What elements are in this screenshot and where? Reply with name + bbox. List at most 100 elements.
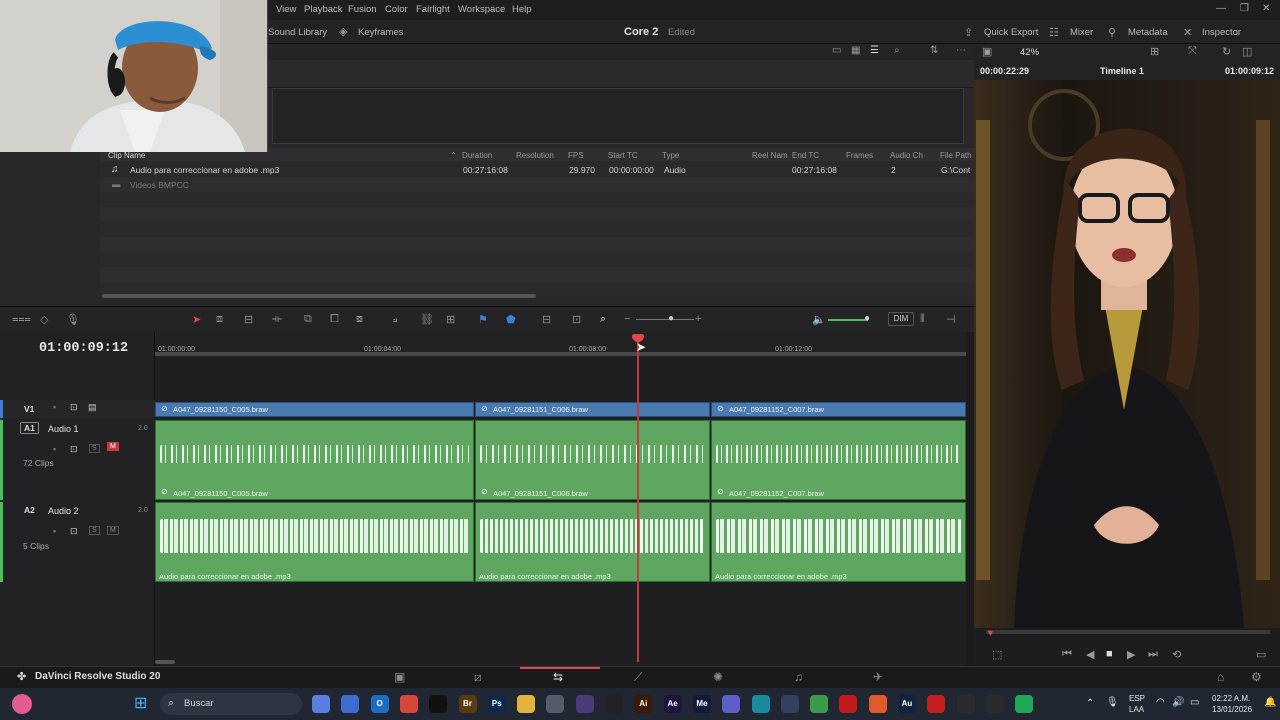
quick-export-button[interactable]: Quick Export xyxy=(984,27,1038,38)
capcut-icon[interactable] xyxy=(605,695,623,713)
zoom-custom-icon[interactable]: ⌕ xyxy=(600,313,606,326)
lock-track-icon[interactable]: ▪ xyxy=(53,526,56,536)
media-pool-scrollbar[interactable] xyxy=(102,294,536,298)
mixer-button[interactable]: Mixer xyxy=(1070,27,1093,38)
lock-track-icon[interactable]: ▪ xyxy=(53,402,56,412)
mute-button-active[interactable]: M xyxy=(107,442,119,451)
bridge-icon[interactable]: Br xyxy=(458,695,477,713)
playhead[interactable] xyxy=(637,336,639,662)
col-audio-ch[interactable]: Audio Ch xyxy=(890,151,923,160)
timeline-ruler[interactable] xyxy=(155,332,966,358)
video-visible-icon[interactable]: ▤ xyxy=(88,402,97,413)
link-icon[interactable]: ⛓ xyxy=(420,313,434,326)
col-duration[interactable]: Duration xyxy=(462,151,492,160)
menu-fairlight[interactable]: Fairlight xyxy=(416,4,450,15)
widgets-icon[interactable] xyxy=(12,694,32,714)
volume-slider[interactable] xyxy=(828,319,868,321)
col-end-tc[interactable]: End TC xyxy=(792,151,819,160)
obs-icon[interactable] xyxy=(575,695,594,713)
auto-select-icon[interactable]: ⊡ xyxy=(70,402,78,413)
col-fps[interactable]: FPS xyxy=(568,151,584,160)
volume-icon[interactable]: 🔈 xyxy=(812,313,826,326)
chrome2-icon[interactable] xyxy=(810,695,829,713)
zoom-detail-icon[interactable]: ⊡ xyxy=(572,313,581,326)
track-height-icon[interactable]: ◇ xyxy=(40,313,48,326)
insert-clip-icon[interactable]: ⧉ xyxy=(304,313,312,326)
language-bottom[interactable]: LAA xyxy=(1129,705,1144,714)
outlook-icon[interactable]: O xyxy=(370,695,389,713)
audio-clip[interactable]: ⊘ A047_09281152_C007.braw xyxy=(711,420,966,500)
go-to-start-icon[interactable]: ⏮ xyxy=(1062,648,1072,661)
viewer-option-icon[interactable]: ⊞ xyxy=(1150,45,1159,58)
timeline-view-icon[interactable]: ⊣ xyxy=(946,313,956,326)
photoshop-icon[interactable]: Ps xyxy=(487,695,506,713)
snapping-icon[interactable]: ⟓ xyxy=(392,313,397,326)
stop-icon[interactable]: ■ xyxy=(1106,648,1113,660)
settings-icon[interactable] xyxy=(546,695,565,713)
more-options-icon[interactable]: ⋯ xyxy=(956,45,966,56)
viewer-timeline-name[interactable]: Timeline 1 xyxy=(1100,66,1144,76)
viewer-scrub-handle[interactable]: ▼ xyxy=(986,628,995,638)
dynamic-trim-icon[interactable]: ⊟ xyxy=(244,313,253,326)
mute-button[interactable]: M xyxy=(107,526,119,535)
track-name-a1[interactable]: Audio 1 xyxy=(48,424,79,434)
video-clip[interactable]: ⊘ A047_09281151_C006.braw xyxy=(475,402,710,417)
audio-clip[interactable]: ⊘ A047_09281150_C005.braw xyxy=(155,420,474,500)
audio-clip[interactable]: Audio para correccionar en adobe .mp3 xyxy=(475,502,710,582)
resolve-icon[interactable] xyxy=(780,695,799,713)
menu-view[interactable]: View xyxy=(276,4,296,15)
col-file-path[interactable]: File Path xyxy=(940,151,972,160)
teams-icon[interactable] xyxy=(722,695,741,713)
sound-library-button[interactable]: Sound Library xyxy=(268,27,327,38)
track-name-a2[interactable]: Audio 2 xyxy=(48,506,79,516)
blade-tool-icon[interactable]: ⟛ xyxy=(272,313,282,326)
video-viewer[interactable] xyxy=(974,80,1280,628)
trim-tool-icon[interactable]: ⧈ xyxy=(216,313,223,326)
selection-tool-icon[interactable]: ➤ xyxy=(192,313,201,326)
table-row[interactable]: ▬ Videos BMPCC xyxy=(100,177,974,192)
metadata-button[interactable]: Metadata xyxy=(1128,27,1168,38)
illustrator-icon[interactable]: Ai xyxy=(634,695,653,713)
microphone-icon[interactable]: 🎙 xyxy=(1106,697,1119,708)
clock-date[interactable]: 13/01/2026 xyxy=(1212,705,1252,714)
zoom-full-icon[interactable]: ⊟ xyxy=(542,313,551,326)
tiktok-icon[interactable] xyxy=(429,695,448,713)
marker-icon[interactable]: ⬟ xyxy=(506,313,516,326)
viewer-zoom[interactable]: 42% xyxy=(1020,47,1039,58)
go-to-end-icon[interactable]: ⏭ xyxy=(1148,648,1158,661)
color-page-icon[interactable]: ✺ xyxy=(713,670,723,684)
clock-time[interactable]: 02:22 A.M. xyxy=(1212,694,1250,703)
flag-icon[interactable]: ⚑ xyxy=(478,313,488,326)
col-frames[interactable]: Frames xyxy=(846,151,873,160)
whatsapp-icon[interactable] xyxy=(1015,695,1034,713)
timeline-scrollbar[interactable] xyxy=(155,660,175,664)
loop-icon[interactable]: ⟲ xyxy=(1172,648,1181,661)
audition-icon[interactable]: Au xyxy=(898,695,916,713)
video-clip[interactable]: ⊘ A047_09281150_C005.braw xyxy=(155,402,474,417)
notification-icon[interactable]: 🔔 xyxy=(1264,697,1276,708)
viewer-fit-icon[interactable]: ⤧ xyxy=(1188,45,1197,58)
col-clip-name[interactable]: Clip Name xyxy=(108,151,145,160)
zoom-in-icon[interactable]: + xyxy=(695,313,701,325)
explorer-icon[interactable] xyxy=(517,695,536,713)
viewer-layout-icon[interactable]: ▣ xyxy=(982,45,992,58)
grid-view-icon[interactable]: ▦ xyxy=(851,45,860,56)
auto-select-icon[interactable]: ⊡ xyxy=(70,526,78,537)
col-type[interactable]: Type xyxy=(662,151,679,160)
dim-button[interactable]: DIM xyxy=(888,312,914,326)
col-resolution[interactable]: Resolution xyxy=(516,151,554,160)
viewer-scrubber[interactable] xyxy=(986,630,1270,634)
zoom-out-icon[interactable]: − xyxy=(624,313,630,325)
audio-meter-icon[interactable]: ⦀ xyxy=(920,313,925,326)
table-row[interactable]: ♫ Audio para correccionar en adobe .mp3 … xyxy=(100,162,974,177)
col-reel-name[interactable]: Reel Nam xyxy=(752,151,788,160)
aftereffects-icon[interactable]: Ae xyxy=(663,695,682,713)
solo-button[interactable]: S xyxy=(89,444,100,453)
chrome-icon[interactable] xyxy=(399,695,418,713)
viewer-split-icon[interactable]: ◫ xyxy=(1242,45,1252,58)
menu-workspace[interactable]: Workspace xyxy=(458,4,505,15)
search-icon[interactable]: ⌕ xyxy=(894,45,900,56)
solo-button[interactable]: S xyxy=(89,526,100,535)
timeline-options-icon[interactable]: ⩶ xyxy=(12,313,31,326)
cut-page-icon[interactable]: ⧄ xyxy=(474,670,482,685)
